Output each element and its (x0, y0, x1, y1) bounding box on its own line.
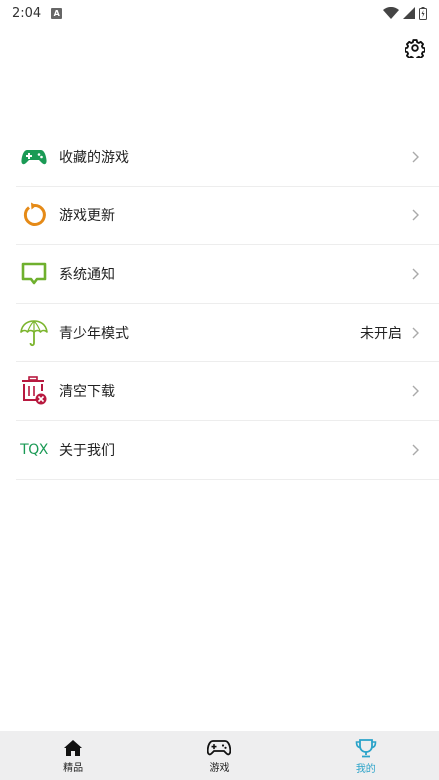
chevron-right-icon (412, 327, 419, 339)
status-time: 2:04 (12, 5, 42, 21)
menu-item-teen-mode[interactable]: 青少年模式 未开启 (16, 304, 439, 363)
tab-label: 我的 (355, 764, 376, 775)
refresh-icon (17, 198, 51, 232)
menu-list: 收藏的游戏 游戏更新 系统通知 青少年模式 未开启 清空下载 TQX 关于我们 (16, 128, 439, 480)
menu-item-label: 游戏更新 (59, 208, 115, 225)
menu-item-label: 关于我们 (59, 442, 115, 459)
chevron-right-icon (412, 151, 419, 163)
bottom-navigation: 精品 游戏 我的 (0, 731, 439, 780)
message-icon (17, 257, 51, 291)
teen-mode-status: 未开启 (360, 325, 402, 342)
menu-item-about-us[interactable]: TQX 关于我们 (16, 421, 439, 480)
tab-games[interactable]: 游戏 (146, 731, 292, 780)
tab-featured[interactable]: 精品 (0, 731, 146, 780)
settings-button[interactable] (403, 36, 427, 60)
status-right (383, 6, 427, 20)
menu-item-label: 清空下载 (59, 384, 115, 401)
menu-item-label: 收藏的游戏 (59, 149, 129, 166)
chevron-right-icon (412, 268, 419, 280)
chevron-right-icon (412, 209, 419, 221)
menu-item-label: 系统通知 (59, 266, 115, 283)
menu-item-system-notifications[interactable]: 系统通知 (16, 245, 439, 304)
home-icon (64, 740, 83, 756)
umbrella-icon (17, 316, 51, 350)
gamepad-icon (207, 740, 232, 756)
signal-icon (403, 7, 415, 19)
trophy-icon (355, 739, 377, 758)
tab-label: 游戏 (209, 763, 230, 774)
menu-item-clear-downloads[interactable]: 清空下载 (16, 362, 439, 421)
menu-item-favorite-games[interactable]: 收藏的游戏 (16, 128, 439, 187)
gear-icon (405, 39, 425, 58)
trash-delete-icon (17, 374, 51, 408)
tab-mine[interactable]: 我的 (293, 731, 439, 780)
tqx-logo-text: TQX (20, 441, 48, 458)
wifi-icon (383, 7, 399, 19)
tab-label: 精品 (63, 763, 84, 774)
battery-icon (419, 6, 427, 20)
notification-a-icon: A (51, 7, 63, 19)
chevron-right-icon (412, 385, 419, 397)
status-bar: 2:04 A (0, 0, 439, 26)
tqx-logo-icon: TQX (17, 433, 51, 467)
chevron-right-icon (412, 444, 419, 456)
gamepad-icon (17, 140, 51, 174)
status-left: 2:04 A (12, 5, 63, 21)
menu-item-label: 青少年模式 (59, 325, 129, 342)
menu-item-game-updates[interactable]: 游戏更新 (16, 187, 439, 246)
